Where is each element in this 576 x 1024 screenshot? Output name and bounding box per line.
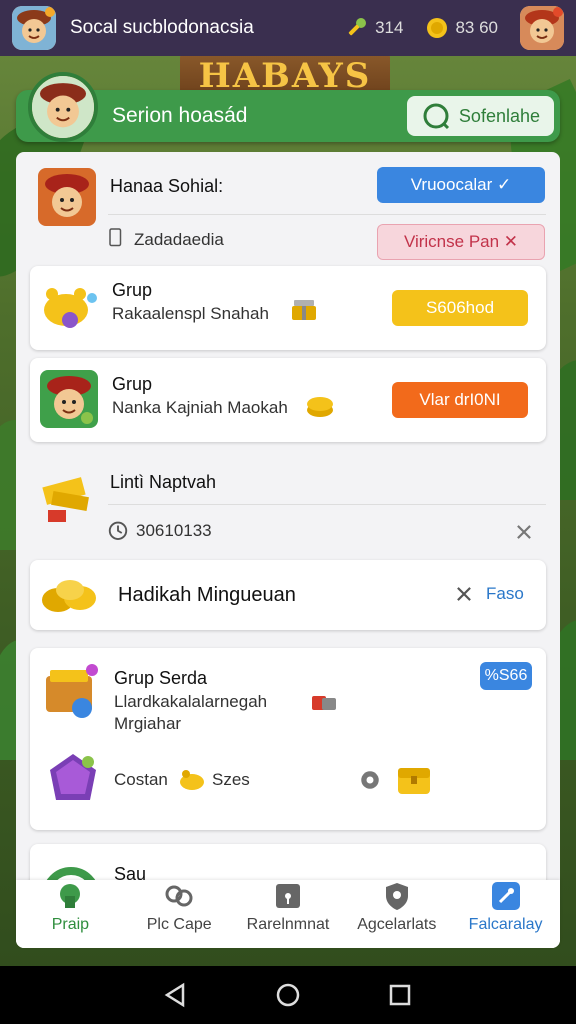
group-card-1[interactable]: Grup Rakaalenspl Snahah S606hod [30,266,546,350]
chest-icon [394,760,434,800]
nav-item-calendar[interactable]: Falcaralay [451,880,560,948]
profile-avatar[interactable] [520,6,564,50]
shield-icon [385,883,408,910]
group-3-row2-sub: Szes [212,770,250,789]
nav-label: Agcelarlats [357,916,437,933]
link-icon [165,885,193,907]
board-icon [275,884,300,908]
group-1-icon [36,276,100,340]
group-3-icon [42,662,100,720]
divider [108,504,546,505]
coin-counter[interactable]: 83 60 [425,16,498,40]
limit-icon [38,464,102,528]
reward-title: Hadikah Mingueuan [118,584,296,606]
session-banner: Serion hoasád Sofenlahe [16,72,560,142]
profile-name: Hanaa Sohial: [110,176,224,196]
profile-subtitle: Zadadaedia [134,230,224,249]
group-2-subtitle: Nanka Kajniah Maokah [112,398,288,417]
recents-icon[interactable] [387,982,413,1008]
group-3-title: Grup Serda [114,668,208,688]
gem-icon [44,750,102,808]
bottom-navigation: Praip Plc Cape Rarelnmnat Agcelarlats Fa… [16,880,560,948]
group-2-icon [40,370,98,428]
back-icon[interactable] [163,982,189,1008]
coins-icon [38,570,104,620]
nav-item-agents[interactable]: Agcelarlats [342,880,451,948]
group-2-action-button[interactable]: Vlar drI0NI [392,382,528,418]
user-avatar[interactable] [12,6,56,50]
group-2-title: Grup [112,374,153,394]
refresh-icon [423,103,449,130]
banner-action-button[interactable]: Sofenlahe [406,96,554,136]
coin-icon [427,18,448,38]
group-3-subtitle-1: Llardkakalalarnegah [114,692,268,711]
coin-icon [176,764,208,796]
phone-icon [109,228,122,247]
reward-card[interactable]: Hadikah Mingueuan Faso [30,560,546,630]
coin-stack-icon [304,390,336,422]
group-1-subtitle: Rakaalenspl Snahah [112,304,269,323]
group-1-join-button[interactable]: S606hod [392,290,528,326]
key-count: 314 [375,18,404,37]
close-icon[interactable] [450,580,478,608]
group-card-2[interactable]: Grup Nanka Kajniah Maokah Vlar drI0NI [30,358,546,442]
coin-count: 83 60 [455,18,498,37]
limit-title: Lintì Naptvah [110,472,217,492]
banner-avatar [28,72,98,142]
limit-timer: 30610133 [136,521,212,540]
profile-thumbnail [38,168,96,226]
reward-action-link[interactable]: Faso [486,584,524,604]
main-panel: Hanaa Sohial: Vruoocalar ✓ Zadadaedia Vi… [16,152,560,948]
banner-title: Serion hoasád [112,104,248,127]
timer-icon [108,521,128,540]
top-status-bar: Socal sucblodonacsia 314 83 60 [0,0,576,56]
report-button[interactable]: Viricnse Pan ✕ [377,224,545,260]
group-3-row2-label: Costan [114,770,168,789]
verify-button[interactable]: Vruoocalar ✓ [377,167,545,203]
system-navigation-bar [0,966,576,1024]
home-icon[interactable] [275,982,301,1008]
key-icon [348,18,367,36]
key-counter[interactable]: 314 [345,16,403,40]
nav-item-home[interactable]: Praip [16,880,125,948]
gear-icon [356,766,384,794]
nav-item-place[interactable]: Plc Cape [125,880,234,948]
group-1-title: Grup [112,280,153,300]
app-title: Socal sucblodonacsia [70,17,254,38]
nav-label: Praip [51,916,90,933]
nav-label: Falcaralay [468,916,543,933]
gift-icon [288,294,320,326]
puzzle-icon [308,688,340,720]
group-3-badge: %S66 [480,662,532,690]
nav-item-rankings[interactable]: Rarelnmnat [234,880,343,948]
edit-icon [491,882,520,910]
banner-button-label: Sofenlahe [458,105,540,126]
divider [108,214,546,215]
home-icon [60,884,81,908]
close-icon[interactable] [510,518,538,546]
group-3-subtitle-2: Mrgiahar [114,714,182,733]
nav-label: Rarelnmnat [246,916,330,933]
nav-label: Plc Cape [146,916,212,933]
group-card-3[interactable]: Grup Serda Llardkakalalarnegah Mrgiahar … [30,648,546,830]
